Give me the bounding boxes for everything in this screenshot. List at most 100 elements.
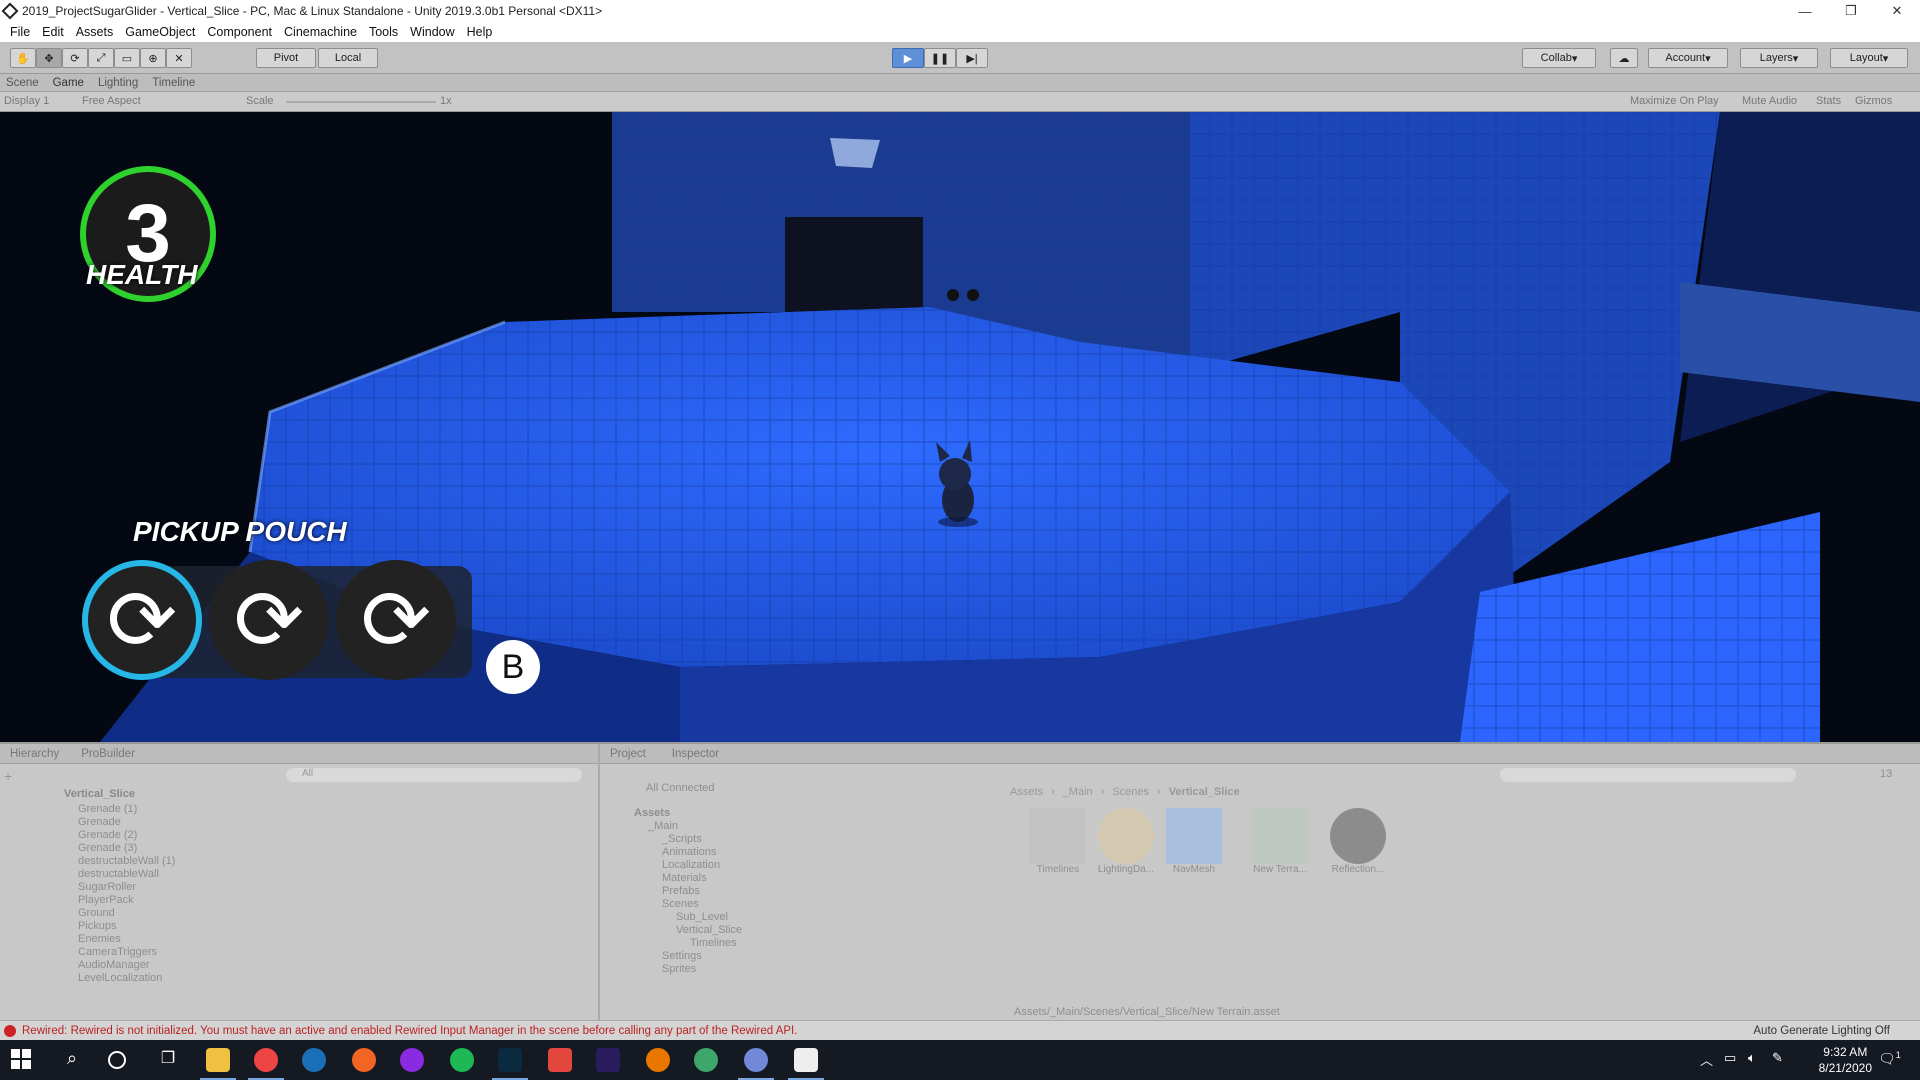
- play-button[interactable]: ▶: [892, 48, 924, 68]
- volume-icon[interactable]: 🔈︎: [1748, 1050, 1756, 1066]
- project-tree-item[interactable]: Assets: [634, 807, 670, 819]
- asset-tile[interactable]: Reflection...: [1326, 808, 1390, 875]
- obs-icon[interactable]: [400, 1048, 424, 1072]
- game-view[interactable]: 3 HEALTH PICKUP POUCH ⟳ ⟳ ⟳ B: [0, 112, 1920, 742]
- breadcrumb-item[interactable]: Vertical_Slice: [1169, 786, 1240, 798]
- hierarchy-item[interactable]: Grenade (3): [78, 842, 137, 854]
- aspect-dropdown[interactable]: Free Aspect: [82, 95, 141, 107]
- mute-audio-toggle[interactable]: Mute Audio: [1742, 95, 1797, 107]
- project-tree-item[interactable]: Sub_Level: [676, 911, 728, 923]
- tab-timeline[interactable]: Timeline: [152, 77, 195, 89]
- close-button[interactable]: ✕: [1874, 0, 1920, 22]
- project-tree-item[interactable]: Sprites: [662, 963, 696, 975]
- project-tree-item[interactable]: All Connected: [646, 782, 715, 794]
- network-icon[interactable]: ▭: [1724, 1050, 1736, 1066]
- hierarchy-item[interactable]: Enemies: [78, 933, 121, 945]
- move-tool-button[interactable]: ✥: [36, 48, 62, 68]
- account-dropdown[interactable]: Account ▾: [1648, 48, 1728, 68]
- console-status-bar[interactable]: Rewired: Rewired is not initialized. You…: [0, 1020, 1920, 1040]
- hierarchy-item[interactable]: PlayerPack: [78, 894, 134, 906]
- rotate-tool-button[interactable]: ⟳: [62, 48, 88, 68]
- menu-assets[interactable]: Assets: [76, 25, 114, 39]
- breadcrumb-item[interactable]: Scenes: [1112, 786, 1149, 798]
- pen-icon[interactable]: ✎: [1772, 1050, 1783, 1066]
- menu-file[interactable]: File: [10, 25, 30, 39]
- project-tree-item[interactable]: _Main: [648, 820, 678, 832]
- hierarchy-item[interactable]: destructableWall: [78, 868, 159, 880]
- hierarchy-item[interactable]: CameraTriggers: [78, 946, 157, 958]
- hierarchy-item[interactable]: Grenade: [78, 816, 121, 828]
- hierarchy-search-input[interactable]: All: [286, 768, 582, 782]
- breadcrumb-item[interactable]: Assets: [1010, 786, 1043, 798]
- menu-gameobject[interactable]: GameObject: [125, 25, 195, 39]
- breadcrumb-item[interactable]: _Main: [1063, 786, 1093, 798]
- cortana-icon[interactable]: [108, 1051, 126, 1069]
- menu-edit[interactable]: Edit: [42, 25, 64, 39]
- hierarchy-item[interactable]: destructableWall (1): [78, 855, 175, 867]
- tab-project[interactable]: Project: [610, 748, 646, 760]
- file-explorer-icon[interactable]: [200, 1048, 236, 1080]
- tab-lighting[interactable]: Lighting: [98, 77, 138, 89]
- hierarchy-item[interactable]: AudioManager: [78, 959, 150, 971]
- taskbar-clock[interactable]: 9:32 AM 8/21/2020: [1819, 1044, 1872, 1076]
- premiere-icon[interactable]: [596, 1048, 620, 1072]
- steam-icon[interactable]: [302, 1048, 326, 1072]
- hierarchy-item[interactable]: Ground: [78, 907, 115, 919]
- project-tree-item[interactable]: Timelines: [690, 937, 737, 949]
- menu-window[interactable]: Window: [410, 25, 454, 39]
- gizmos-dropdown[interactable]: Gizmos: [1855, 95, 1892, 107]
- pause-button[interactable]: ❚❚: [924, 48, 956, 68]
- local-toggle[interactable]: Local: [318, 48, 378, 68]
- hierarchy-item[interactable]: Pickups: [78, 920, 117, 932]
- tray-chevron-icon[interactable]: ︿: [1700, 1050, 1713, 1069]
- tab-scene[interactable]: Scene: [6, 77, 39, 89]
- photoshop-icon[interactable]: [492, 1048, 528, 1080]
- hierarchy-item[interactable]: LevelLocalization: [78, 972, 162, 984]
- minimize-button[interactable]: —: [1782, 0, 1828, 22]
- tab-hierarchy[interactable]: Hierarchy: [10, 748, 59, 760]
- project-tree-item[interactable]: _Scripts: [662, 833, 702, 845]
- panel-divider[interactable]: [598, 744, 600, 1022]
- scene-root[interactable]: Vertical_Slice: [64, 788, 135, 800]
- scale-tool-button[interactable]: ⤢: [88, 48, 114, 68]
- xbox-icon[interactable]: [694, 1048, 718, 1072]
- project-tree-item[interactable]: Animations: [662, 846, 716, 858]
- display-dropdown[interactable]: Display 1: [4, 95, 49, 107]
- project-tree-item[interactable]: Materials: [662, 872, 707, 884]
- scale-slider[interactable]: [286, 101, 436, 103]
- project-tree-item[interactable]: Settings: [662, 950, 702, 962]
- hierarchy-item[interactable]: Grenade (1): [78, 803, 137, 815]
- tab-game[interactable]: Game: [53, 77, 84, 89]
- unity-icon[interactable]: [788, 1048, 824, 1080]
- project-tree-item[interactable]: Scenes: [662, 898, 699, 910]
- menu-help[interactable]: Help: [467, 25, 493, 39]
- step-button[interactable]: ▶|: [956, 48, 988, 68]
- hierarchy-item[interactable]: SugarRoller: [78, 881, 136, 893]
- search-icon[interactable]: ⌕: [60, 1048, 84, 1072]
- hand-tool-button[interactable]: ✋: [10, 48, 36, 68]
- menu-component[interactable]: Component: [207, 25, 272, 39]
- collab-dropdown[interactable]: Collab ▾: [1522, 48, 1596, 68]
- asset-tile[interactable]: New Terra...: [1248, 808, 1312, 875]
- add-button[interactable]: +: [4, 768, 22, 784]
- custom-tool-button[interactable]: ✕: [166, 48, 192, 68]
- spotify-icon[interactable]: [450, 1048, 474, 1072]
- asset-tile[interactable]: NavMesh: [1162, 808, 1226, 875]
- project-search-input[interactable]: [1500, 768, 1796, 782]
- layout-dropdown[interactable]: Layout ▾: [1830, 48, 1908, 68]
- tab-probuilder[interactable]: ProBuilder: [81, 748, 135, 760]
- windows-start-icon[interactable]: [10, 1048, 34, 1072]
- task-view-icon[interactable]: ❐: [156, 1048, 180, 1072]
- rect-tool-button[interactable]: ▭: [114, 48, 140, 68]
- origin-icon[interactable]: [352, 1048, 376, 1072]
- project-tree-item[interactable]: Vertical_Slice: [676, 924, 742, 936]
- chrome-icon[interactable]: [248, 1048, 284, 1080]
- menu-tools[interactable]: Tools: [369, 25, 398, 39]
- cloud-button[interactable]: ☁: [1610, 48, 1638, 68]
- project-tree-item[interactable]: Prefabs: [662, 885, 700, 897]
- asset-tile[interactable]: LightingDa...: [1094, 808, 1158, 875]
- asset-tile[interactable]: Timelines: [1026, 808, 1090, 875]
- transform-tool-button[interactable]: ⊕: [140, 48, 166, 68]
- project-tree-item[interactable]: Localization: [662, 859, 720, 871]
- maximize-on-play-toggle[interactable]: Maximize On Play: [1630, 95, 1719, 107]
